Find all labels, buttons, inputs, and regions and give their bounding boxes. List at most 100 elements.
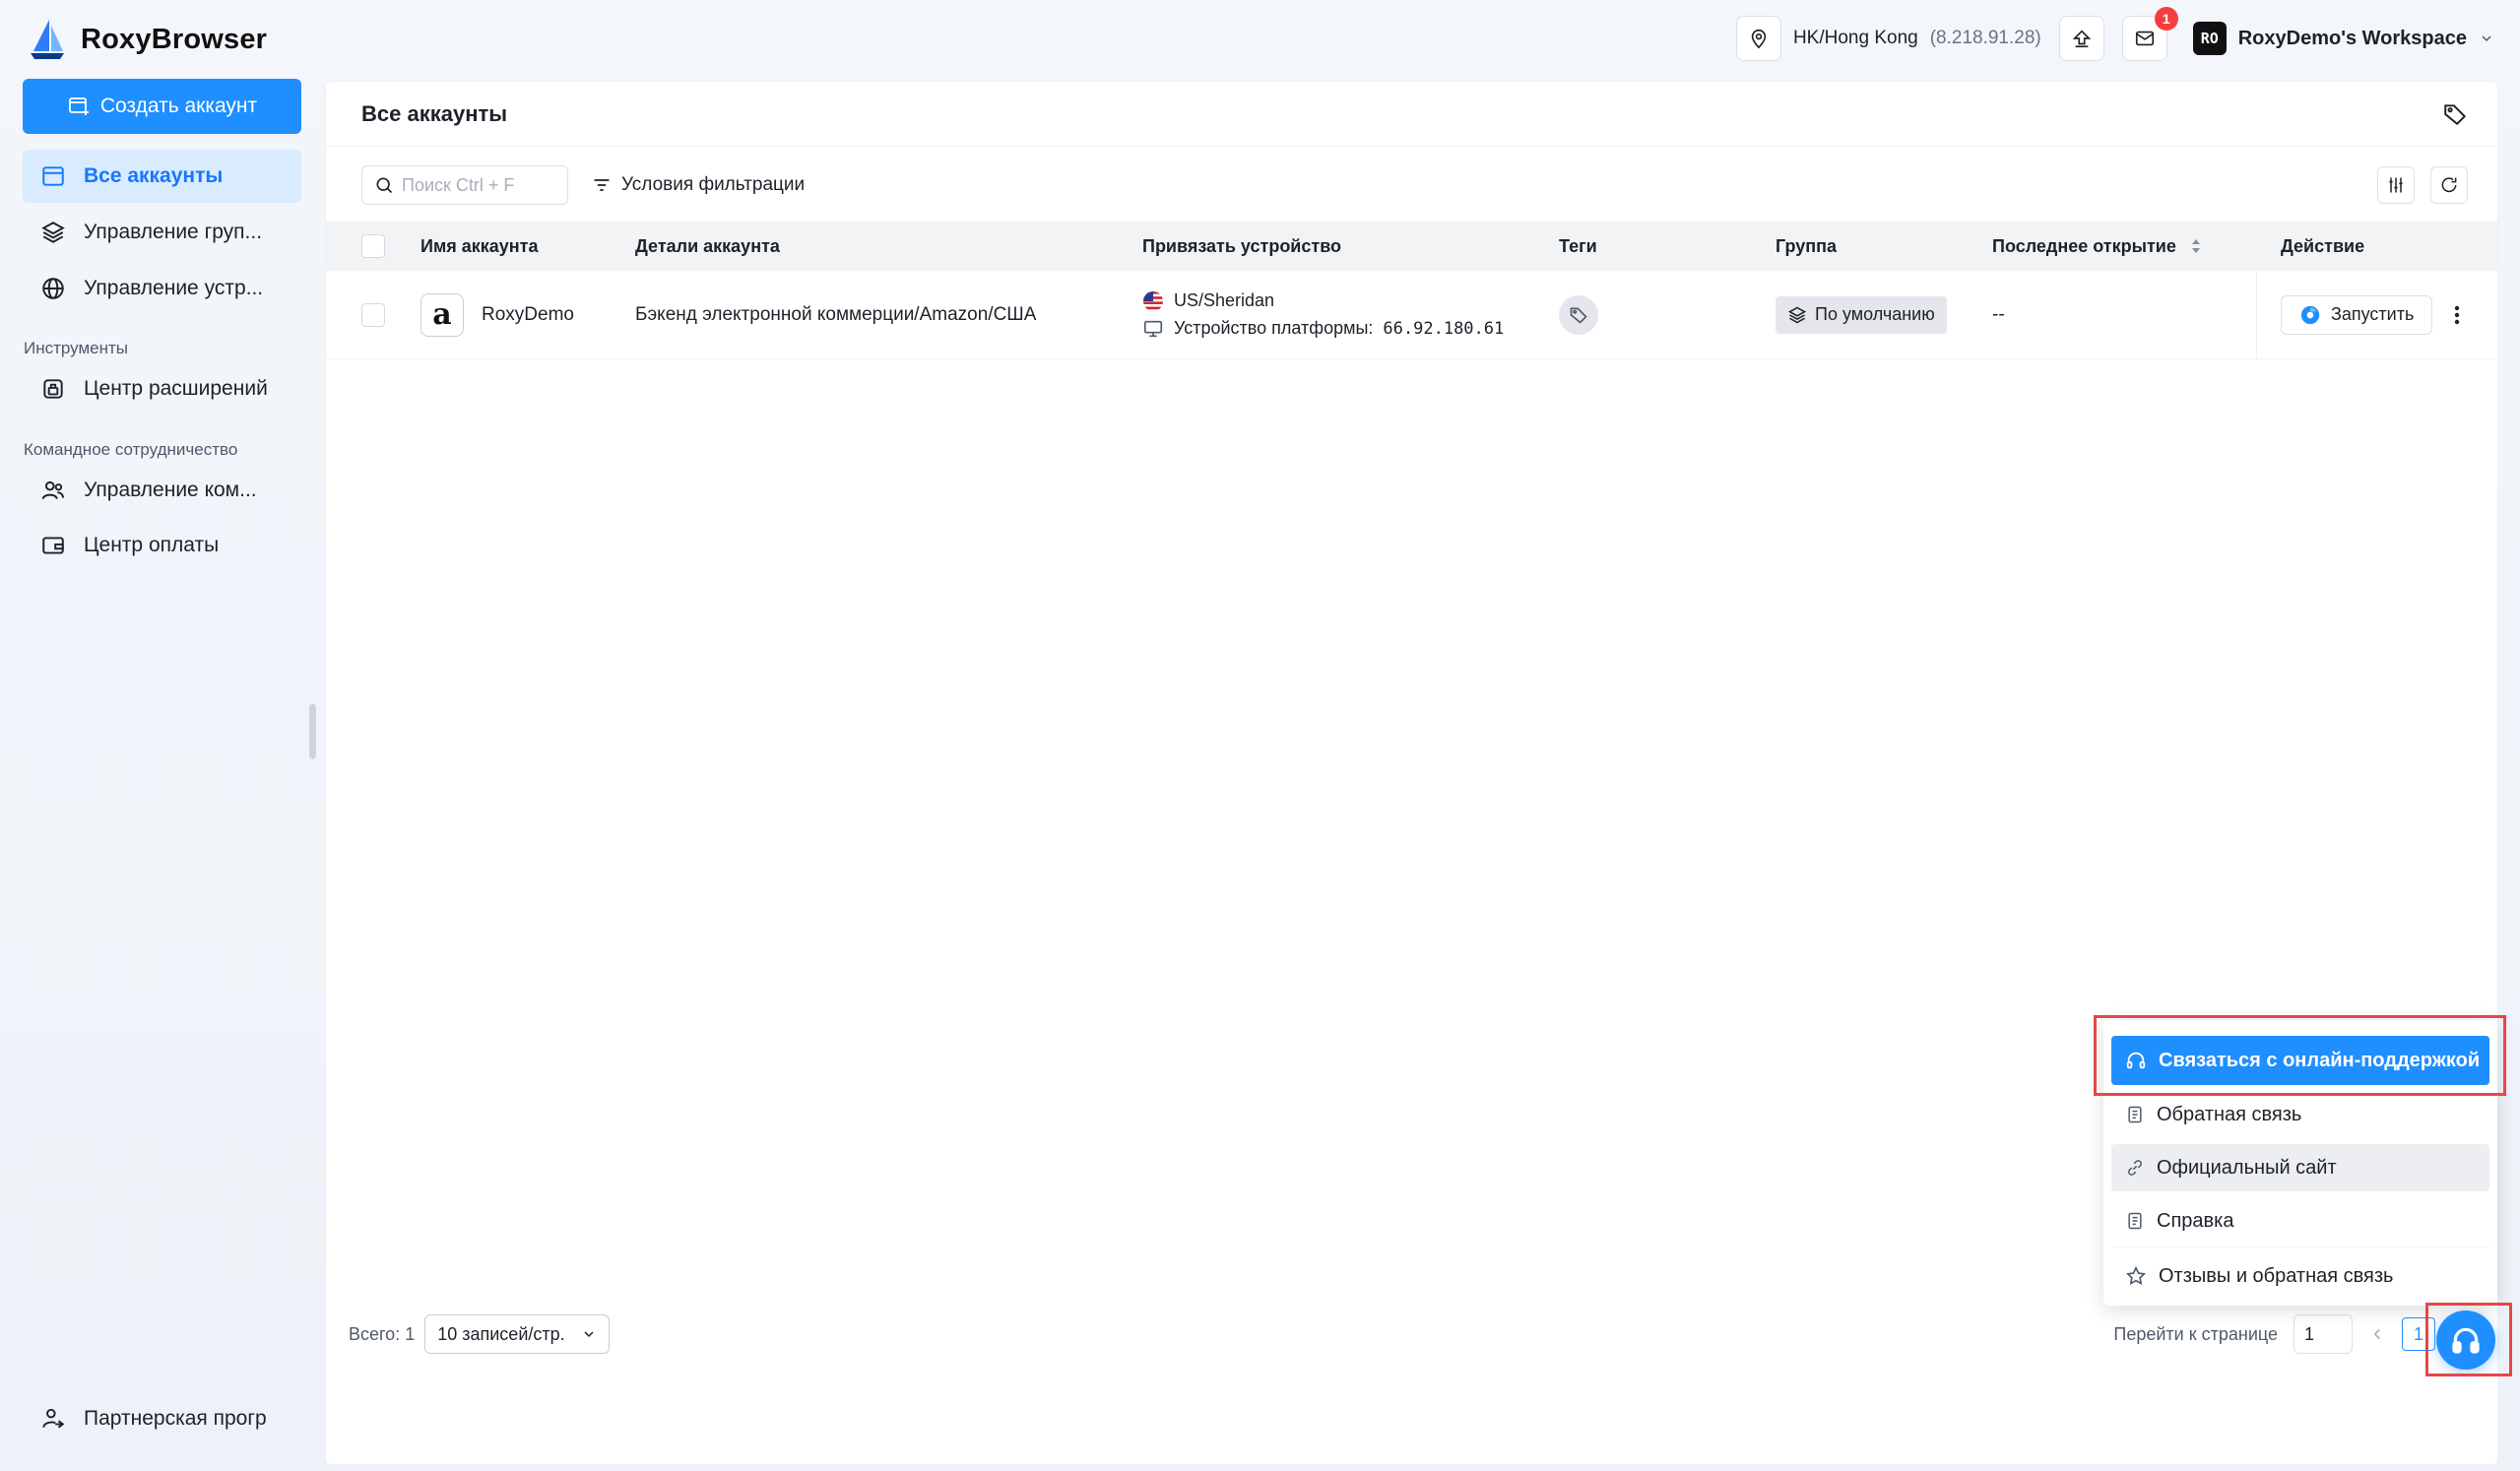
sidebar-item-label: Партнерская прогр [84, 1407, 267, 1430]
app-logo: RoxyBrowser [28, 18, 267, 61]
panel-header: Все аккаунты [326, 82, 2497, 147]
proxy-location[interactable]: HK/Hong Kong (8.218.91.28) [1735, 16, 2041, 61]
account-details: Бэкенд электронной коммерции/Amazon/США [635, 303, 1037, 325]
table-row: a RoxyDemo Бэкенд электронной коммерции/… [326, 271, 2497, 359]
sidebar-item-devices[interactable]: Управление устр... [23, 262, 301, 315]
goto-page-input[interactable]: 1 [2294, 1314, 2353, 1354]
feedback-item[interactable]: Обратная связь [2111, 1091, 2489, 1138]
refresh-button[interactable] [2430, 166, 2468, 204]
sidebar-item-groups[interactable]: Управление груп... [23, 206, 301, 259]
sidebar-scrollbar[interactable] [309, 704, 316, 759]
filter-icon [594, 179, 610, 191]
layers-icon [1787, 306, 1807, 323]
sidebar-item-partner[interactable]: Партнерская прогр [23, 1392, 301, 1445]
col-last-opened[interactable]: Последнее открытие [1992, 222, 2202, 271]
workspace-name: RoxyDemo's Workspace [2237, 27, 2467, 49]
highlight-contact-support [2094, 1015, 2506, 1096]
document-icon [2128, 1212, 2142, 1230]
section-tools-title: Инструменты [24, 339, 129, 357]
pagination-bar: Всего: 1 10 записей/стр. Перейти к стран… [349, 1313, 2469, 1355]
col-last-opened-label: Последнее открытие [1992, 235, 2176, 256]
group-name: По умолчанию [1815, 304, 1935, 324]
official-site-item[interactable]: Официальный сайт [2111, 1144, 2489, 1191]
action-column-divider [2256, 271, 2257, 358]
total-count: Всего: 1 [349, 1323, 416, 1344]
link-icon [2127, 1160, 2143, 1176]
section-team-title: Командное сотрудничество [24, 440, 238, 459]
page-size-select[interactable]: 10 записей/стр. [424, 1314, 611, 1354]
sidebar-item-all-accounts[interactable]: Все аккаунты [23, 150, 301, 203]
launch-label: Запустить [2331, 304, 2415, 324]
team-icon [41, 480, 65, 500]
search-icon [376, 177, 393, 194]
upload-button[interactable] [2058, 16, 2104, 61]
select-all-checkbox[interactable] [361, 222, 385, 271]
sidebar-item-label: Управление ком... [84, 479, 257, 501]
tag-icon[interactable] [2442, 101, 2468, 127]
row-checkbox[interactable] [361, 271, 385, 358]
sidebar-item-label: Центр расширений [84, 377, 268, 400]
more-options-button[interactable] [2453, 271, 2461, 358]
device-ip: 66.92.180.61 [1383, 318, 1505, 339]
more-vertical-icon [2454, 305, 2460, 324]
group-badge: По умолчанию [1776, 295, 1947, 334]
search-input[interactable]: Поиск Ctrl + F [361, 165, 568, 205]
location-ip: (8.218.91.28) [1929, 28, 2041, 48]
device-cell: US/Sheridan Устройство платформы: 66.92.… [1142, 271, 1504, 358]
location-text: HK/Hong Kong [1792, 28, 1918, 48]
col-action: Действие [2281, 235, 2365, 256]
page-size-value: 10 записей/стр. [437, 1323, 565, 1344]
last-opened: -- [1992, 303, 2005, 325]
amazon-icon: a [420, 292, 464, 337]
mail-badge: 1 [2154, 7, 2178, 31]
create-account-button[interactable]: Создать аккаунт [23, 79, 301, 134]
menu-item-label: Справка [2157, 1209, 2234, 1232]
menu-item-label: Обратная связь [2157, 1103, 2302, 1125]
topbar-right: HK/Hong Kong (8.218.91.28) 1 RO RoxyDemo… [1735, 7, 2494, 61]
sidebar-item-label: Все аккаунты [84, 164, 224, 187]
table-toolbar: Поиск Ctrl + F Условия фильтрации [361, 165, 2468, 205]
sidebar-item-label: Управление груп... [84, 221, 263, 243]
sidebar-item-extensions[interactable]: Центр расширений [23, 362, 301, 416]
monitor-icon [1143, 320, 1163, 337]
sort-icon [2191, 239, 2200, 253]
account-name: RoxyDemo [482, 303, 574, 325]
globe-icon [42, 278, 64, 299]
app-name: RoxyBrowser [81, 23, 268, 55]
sidebar-item-label: Управление устр... [84, 277, 264, 299]
table-header: Имя аккаунта Детали аккаунта Привязать у… [326, 222, 2497, 271]
launch-button[interactable]: Запустить [2281, 294, 2433, 335]
col-device: Привязать устройство [1142, 235, 1342, 256]
chevron-down-icon [2482, 35, 2491, 42]
col-account-details: Детали аккаунта [635, 235, 780, 256]
account-name-cell: a RoxyDemo [420, 271, 574, 358]
add-tag-button[interactable] [1559, 294, 1598, 335]
device-location: US/Sheridan [1174, 290, 1275, 310]
pagination-controls: Перейти к странице 1 1 [2113, 1314, 2469, 1354]
group-cell: По умолчанию [1776, 271, 1947, 358]
workspace-switcher[interactable]: RO RoxyDemo's Workspace [2192, 22, 2494, 55]
help-docs-item[interactable]: Справка [2111, 1197, 2489, 1245]
sidebar-item-payment[interactable]: Центр оплаты [23, 519, 301, 572]
col-account-name: Имя аккаунта [420, 235, 539, 256]
column-settings-button[interactable] [2377, 166, 2415, 204]
location-pin-icon [1735, 16, 1781, 61]
wallet-icon [42, 537, 64, 554]
filter-label: Условия фильтрации [621, 174, 806, 195]
chevron-down-icon [584, 1331, 594, 1338]
reviews-item[interactable]: Отзывы и обратная связь [2111, 1252, 2489, 1300]
workspace-avatar: RO [2192, 22, 2227, 55]
sidebar-item-label: Центр оплаты [84, 534, 220, 556]
page-title: Все аккаунты [361, 100, 508, 126]
filter-button[interactable]: Условия фильтрации [592, 174, 805, 196]
col-group: Группа [1776, 235, 1838, 256]
menu-item-label: Официальный сайт [2157, 1156, 2337, 1179]
tags-cell [1559, 271, 1598, 358]
chevron-left-icon[interactable] [2368, 1325, 2386, 1343]
messages-button[interactable]: 1 [2121, 7, 2178, 61]
browser-icon [2300, 305, 2320, 324]
sidebar-item-team[interactable]: Управление ком... [23, 464, 301, 517]
us-flag-icon [1143, 290, 1163, 311]
goto-label: Перейти к странице [2113, 1323, 2278, 1344]
mail-icon [2135, 31, 2154, 46]
